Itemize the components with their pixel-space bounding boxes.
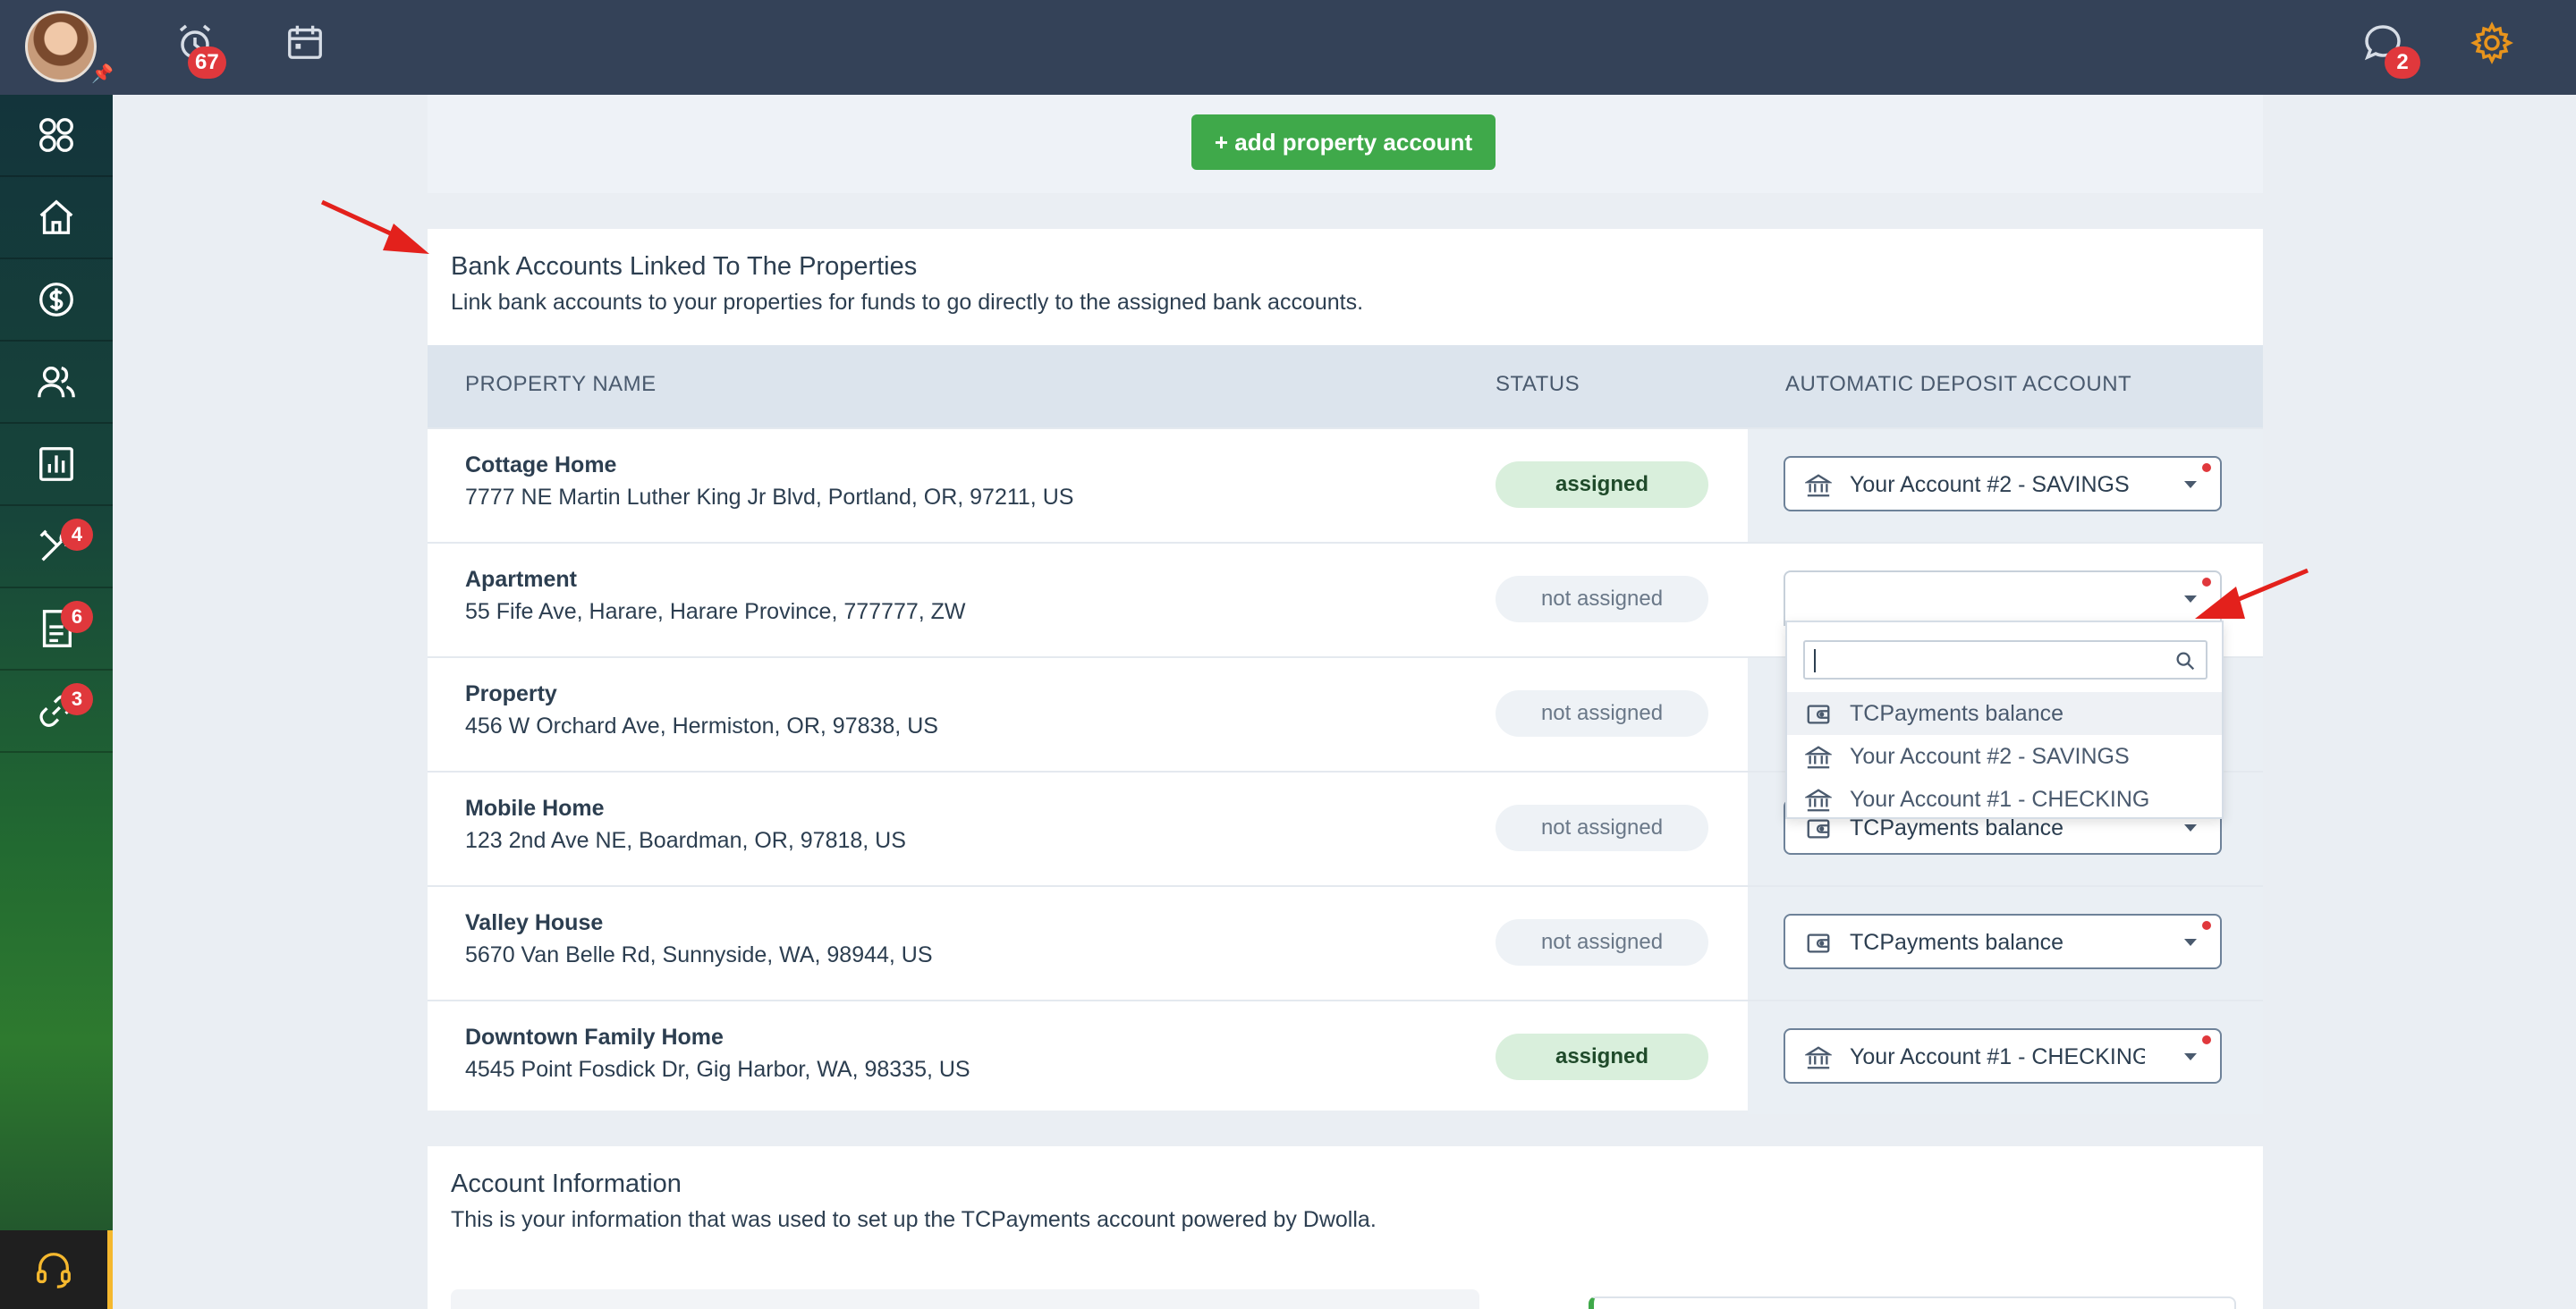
status-badge: not assigned xyxy=(1496,576,1708,622)
deposit-account-select[interactable]: TCPayments balance xyxy=(1784,914,2222,969)
sidebar: 4 6 3 xyxy=(0,95,113,1309)
people-icon xyxy=(38,366,75,398)
headset-icon xyxy=(37,1253,71,1288)
property-name: Cottage Home xyxy=(465,452,617,477)
sidebar-item-documents[interactable]: 6 xyxy=(0,588,113,671)
deposit-account-select[interactable]: Your Account #2 - SAVINGS xyxy=(1784,456,2222,511)
chart-icon xyxy=(39,447,73,481)
bank-icon xyxy=(1805,789,1832,812)
bank-icon xyxy=(1805,746,1832,769)
dropdown-option[interactable]: Your Account #1 - CHECKING xyxy=(1787,778,2222,821)
gear-icon[interactable] xyxy=(2470,21,2521,72)
table-row: Valley House 5670 Van Belle Rd, Sunnysid… xyxy=(428,885,2263,1000)
deposit-cell: Your Account #2 - SAVINGS xyxy=(1748,429,2263,542)
avatar[interactable] xyxy=(25,11,97,82)
bank-icon xyxy=(1805,474,1832,497)
maintenance-badge: 4 xyxy=(61,519,93,551)
deposit-account-value: Your Account #2 - SAVINGS xyxy=(1850,472,2130,497)
required-dot xyxy=(2202,921,2211,930)
property-address: 7777 NE Martin Luther King Jr Blvd, Port… xyxy=(465,485,1074,510)
info-field xyxy=(1589,1296,2236,1309)
table-header: PROPERTY NAME STATUS AUTOMATIC DEPOSIT A… xyxy=(428,345,2263,427)
support-button[interactable] xyxy=(0,1230,113,1309)
deposit-cell: TCPayments balance xyxy=(1748,887,2263,1000)
dollar-icon xyxy=(39,283,73,317)
dropdown-option-label: Your Account #1 - CHECKING xyxy=(1850,787,2150,812)
chevron-down-icon xyxy=(2184,939,2197,946)
required-dot xyxy=(2202,1035,2211,1044)
sidebar-item-dashboard[interactable] xyxy=(0,95,113,177)
status-badge: not assigned xyxy=(1496,919,1708,966)
account-info-title: Account Information xyxy=(451,1170,682,1198)
sidebar-item-payments[interactable] xyxy=(0,259,113,342)
sidebar-item-links[interactable]: 3 xyxy=(0,671,113,753)
table-row: Downtown Family Home 4545 Point Fosdick … xyxy=(428,1000,2263,1114)
bank-accounts-title: Bank Accounts Linked To The Properties xyxy=(451,252,918,281)
status-badge: assigned xyxy=(1496,1034,1708,1080)
chevron-down-icon xyxy=(2184,481,2197,488)
property-address: 4545 Point Fosdick Dr, Gig Harbor, WA, 9… xyxy=(465,1057,970,1082)
property-name: Downtown Family Home xyxy=(465,1025,724,1050)
deposit-cell: Your Account #1 - CHECKING xyxy=(1748,1001,2263,1114)
property-name: Valley House xyxy=(465,910,604,935)
dropdown-option[interactable]: Your Account #2 - SAVINGS xyxy=(1787,735,2222,778)
wallet-icon xyxy=(1807,933,1830,953)
column-property-name: PROPERTY NAME xyxy=(465,372,657,396)
account-info-subtitle: This is your information that was used t… xyxy=(451,1207,1377,1232)
dropdown-option-label: TCPayments balance xyxy=(1850,701,2064,726)
dropdown-option-label: Your Account #2 - SAVINGS xyxy=(1850,744,2130,769)
bank-accounts-subtitle: Link bank accounts to your properties fo… xyxy=(451,290,1364,315)
chevron-down-icon xyxy=(2184,824,2197,832)
pin-icon: 📌 xyxy=(91,64,114,84)
add-account-card: + add property account xyxy=(428,95,2263,193)
links-badge: 3 xyxy=(61,683,93,715)
documents-badge: 6 xyxy=(61,601,93,633)
add-property-account-button[interactable]: + add property account xyxy=(1191,114,1496,170)
home-icon xyxy=(39,199,73,234)
status-badge: not assigned xyxy=(1496,805,1708,851)
dropdown-option[interactable]: TCPayments balance xyxy=(1787,692,2222,735)
chevron-down-icon xyxy=(2184,1053,2197,1060)
property-address: 123 2nd Ave NE, Boardman, OR, 97818, US xyxy=(465,828,906,853)
sidebar-item-maintenance[interactable]: 4 xyxy=(0,506,113,588)
sidebar-item-home[interactable] xyxy=(0,177,113,259)
arrow-annotation-icon xyxy=(2195,568,2309,619)
deposit-account-select[interactable] xyxy=(1784,570,2222,626)
property-address: 55 Fife Ave, Harare, Harare Province, 77… xyxy=(465,599,966,624)
text-cursor xyxy=(1814,649,1816,672)
arrow-annotation-icon xyxy=(320,199,429,254)
info-field xyxy=(451,1289,1479,1309)
required-dot xyxy=(2202,463,2211,472)
dashboard-icon xyxy=(39,118,73,152)
property-address: 5670 Van Belle Rd, Sunnyside, WA, 98944,… xyxy=(465,942,933,967)
deposit-account-value: TCPayments balance xyxy=(1850,930,2064,955)
account-info-card: Account Information This is your informa… xyxy=(428,1146,2263,1309)
wallet-icon xyxy=(1807,705,1830,724)
bank-icon xyxy=(1805,1046,1832,1069)
calendar-icon[interactable] xyxy=(284,21,335,72)
column-deposit-account: AUTOMATIC DEPOSIT ACCOUNT xyxy=(1785,372,2132,396)
column-status: STATUS xyxy=(1496,372,1580,396)
sidebar-item-people[interactable] xyxy=(0,342,113,424)
deposit-account-value: Your Account #1 - CHECKING xyxy=(1850,1044,2145,1069)
status-badge: not assigned xyxy=(1496,690,1708,737)
status-badge: assigned xyxy=(1496,461,1708,508)
messages-badge: 2 xyxy=(2385,46,2420,79)
property-name: Mobile Home xyxy=(465,796,605,821)
notifications-badge: 67 xyxy=(188,46,226,79)
property-address: 456 W Orchard Ave, Hermiston, OR, 97838,… xyxy=(465,714,938,739)
property-name: Apartment xyxy=(465,567,578,592)
deposit-account-select[interactable]: Your Account #1 - CHECKING xyxy=(1784,1028,2222,1084)
property-name: Property xyxy=(465,681,557,706)
deposit-account-dropdown: TCPayments balance Your Account #2 - SAV… xyxy=(1785,621,2224,819)
dropdown-search-input[interactable] xyxy=(1803,640,2207,680)
table-row: Cottage Home 7777 NE Martin Luther King … xyxy=(428,427,2263,542)
top-bar: 📌 67 2 xyxy=(0,0,2576,95)
search-icon xyxy=(2176,652,2195,671)
sidebar-item-reports[interactable] xyxy=(0,424,113,506)
